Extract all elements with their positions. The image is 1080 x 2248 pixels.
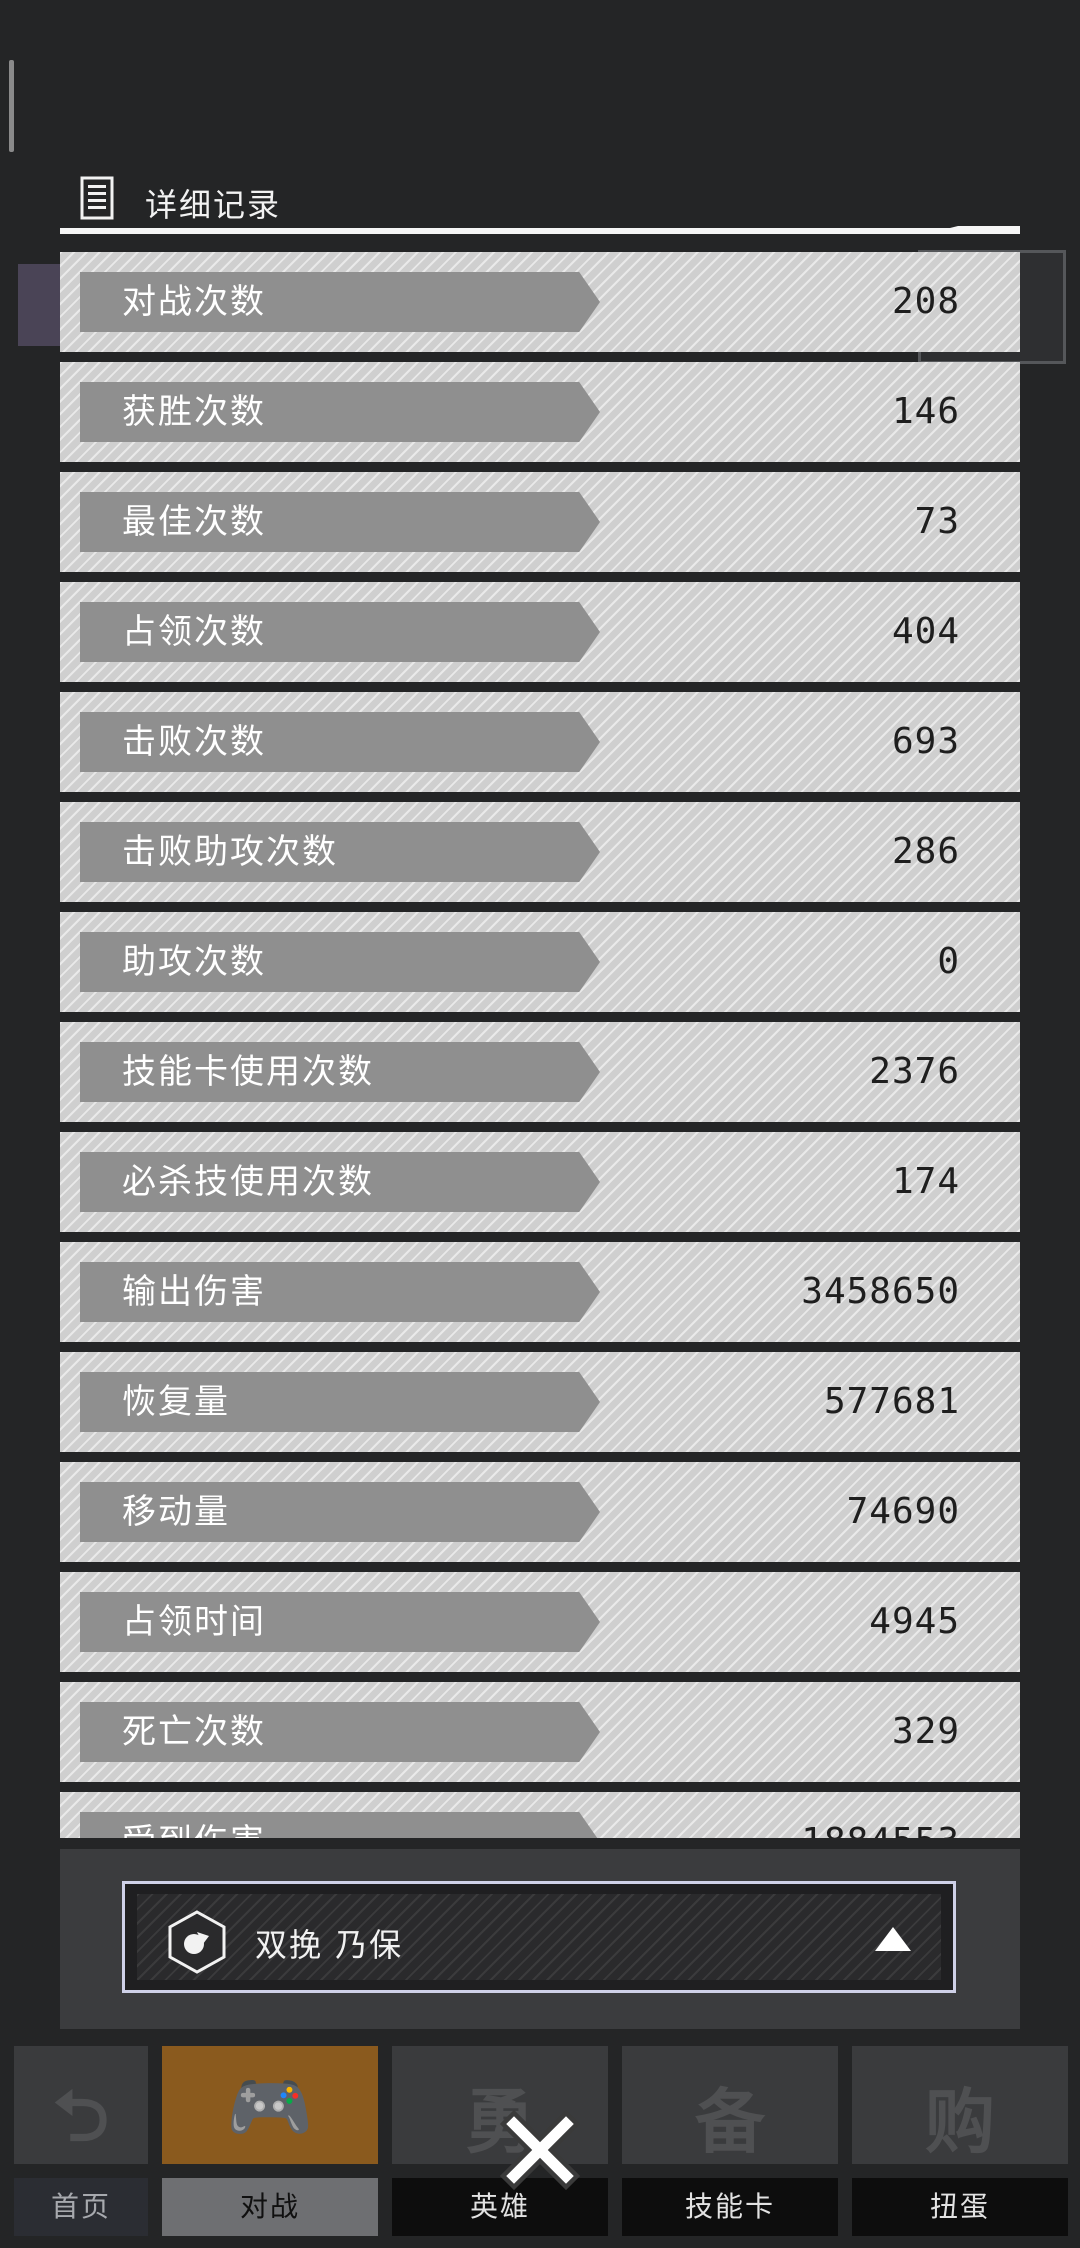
stat-row: 移动量 74690 xyxy=(60,1462,1020,1562)
tab-battle-icon-area: 🎮 xyxy=(162,2046,378,2164)
stat-value: 73 xyxy=(914,501,960,542)
stat-label: 获胜次数 xyxy=(122,392,266,432)
tab-skill-cards-icon-area: 备 xyxy=(622,2046,838,2164)
gacha-icon: 购 xyxy=(925,2081,995,2163)
tab-home[interactable]: ⮌ 首页 xyxy=(8,2040,154,2248)
stat-value: 174 xyxy=(891,1161,960,1202)
stats-list[interactable]: 对战次数 208 获胜次数 146 最佳次数 73 占领次数 404 击败次数 693 击败助攻次数… xyxy=(60,252,1020,1838)
tab-skill-cards-label: 技能卡 xyxy=(622,2178,838,2236)
tab-home-icon-area: ⮌ xyxy=(14,2046,148,2164)
stat-value: 146 xyxy=(891,391,960,432)
stat-value: 3458650 xyxy=(801,1271,960,1312)
stat-row: 死亡次数 329 xyxy=(60,1682,1020,1782)
hero-selector-dropdown[interactable]: 双挽 乃保 xyxy=(122,1881,956,1993)
stat-row: 占领时间 4945 xyxy=(60,1572,1020,1672)
tab-home-label: 首页 xyxy=(14,2178,148,2236)
tab-gacha-label: 扭蛋 xyxy=(852,2178,1068,2236)
tab-gacha-icon-area: 购 xyxy=(852,2046,1068,2164)
stat-row: 受到伤害 1884553 xyxy=(60,1792,1020,1838)
selected-hero-name: 双挽 乃保 xyxy=(255,1926,404,1964)
cards-icon: 备 xyxy=(695,2081,765,2163)
stat-row: 输出伤害 3458650 xyxy=(60,1242,1020,1342)
stat-row: 占领次数 404 xyxy=(60,582,1020,682)
stat-value: 0 xyxy=(937,941,960,982)
document-list-icon xyxy=(80,176,114,220)
stat-value: 404 xyxy=(891,611,960,652)
stat-label: 移动量 xyxy=(122,1492,230,1532)
chevron-up-icon[interactable] xyxy=(873,1924,913,1954)
stat-value: 4945 xyxy=(869,1601,960,1642)
background-badge-left xyxy=(18,264,60,346)
stat-value: 693 xyxy=(891,721,960,762)
stat-label: 输出伤害 xyxy=(122,1272,266,1312)
stat-value: 577681 xyxy=(823,1381,960,1422)
stat-label: 击败次数 xyxy=(122,722,266,762)
stat-value: 1884553 xyxy=(801,1820,960,1838)
stat-label: 恢复量 xyxy=(122,1382,230,1422)
tab-skill-cards[interactable]: 备 技能卡 xyxy=(616,2040,844,2248)
selector-inner: 双挽 乃保 xyxy=(137,1894,941,1980)
stat-row: 获胜次数 146 xyxy=(60,362,1020,462)
stat-value: 329 xyxy=(891,1711,960,1752)
stat-value: 74690 xyxy=(846,1491,960,1532)
stat-label: 占领时间 xyxy=(122,1602,266,1642)
header-underline xyxy=(60,226,1020,234)
stat-label: 占领次数 xyxy=(122,612,266,652)
stat-row: 助攻次数 0 xyxy=(60,912,1020,1012)
stat-label: 助攻次数 xyxy=(122,942,266,982)
stat-row: 必杀技使用次数 174 xyxy=(60,1132,1020,1232)
stat-label: 死亡次数 xyxy=(122,1712,266,1752)
tab-battle-label: 对战 xyxy=(162,2178,378,2236)
stat-label: 技能卡使用次数 xyxy=(122,1052,374,1092)
close-icon[interactable] xyxy=(498,2108,582,2192)
stat-value: 2376 xyxy=(869,1051,960,1092)
stat-label: 受到伤害 xyxy=(122,1820,266,1838)
hero-hexagon-icon xyxy=(168,1910,226,1974)
stat-label: 对战次数 xyxy=(122,282,266,322)
stat-value: 208 xyxy=(891,281,960,322)
gamepad-icon: 🎮 xyxy=(226,2066,314,2148)
stat-row: 击败助攻次数 286 xyxy=(60,802,1020,902)
stat-row: 技能卡使用次数 2376 xyxy=(60,1022,1020,1122)
stat-row: 对战次数 208 xyxy=(60,252,1020,352)
tab-battle[interactable]: 🎮 对战 xyxy=(156,2040,384,2248)
stat-label: 击败助攻次数 xyxy=(122,832,338,872)
stat-label: 最佳次数 xyxy=(122,502,266,542)
detail-panel-header: 详细记录 xyxy=(60,170,1020,234)
stat-row: 击败次数 693 xyxy=(60,692,1020,792)
home-back-icon: ⮌ xyxy=(52,2075,110,2157)
stat-row: 最佳次数 73 xyxy=(60,472,1020,572)
stat-label: 必杀技使用次数 xyxy=(122,1162,374,1202)
tab-gacha[interactable]: 购 扭蛋 xyxy=(846,2040,1074,2248)
panel-title: 详细记录 xyxy=(145,186,282,224)
stat-value: 286 xyxy=(891,831,960,872)
stat-row: 恢复量 577681 xyxy=(60,1352,1020,1452)
